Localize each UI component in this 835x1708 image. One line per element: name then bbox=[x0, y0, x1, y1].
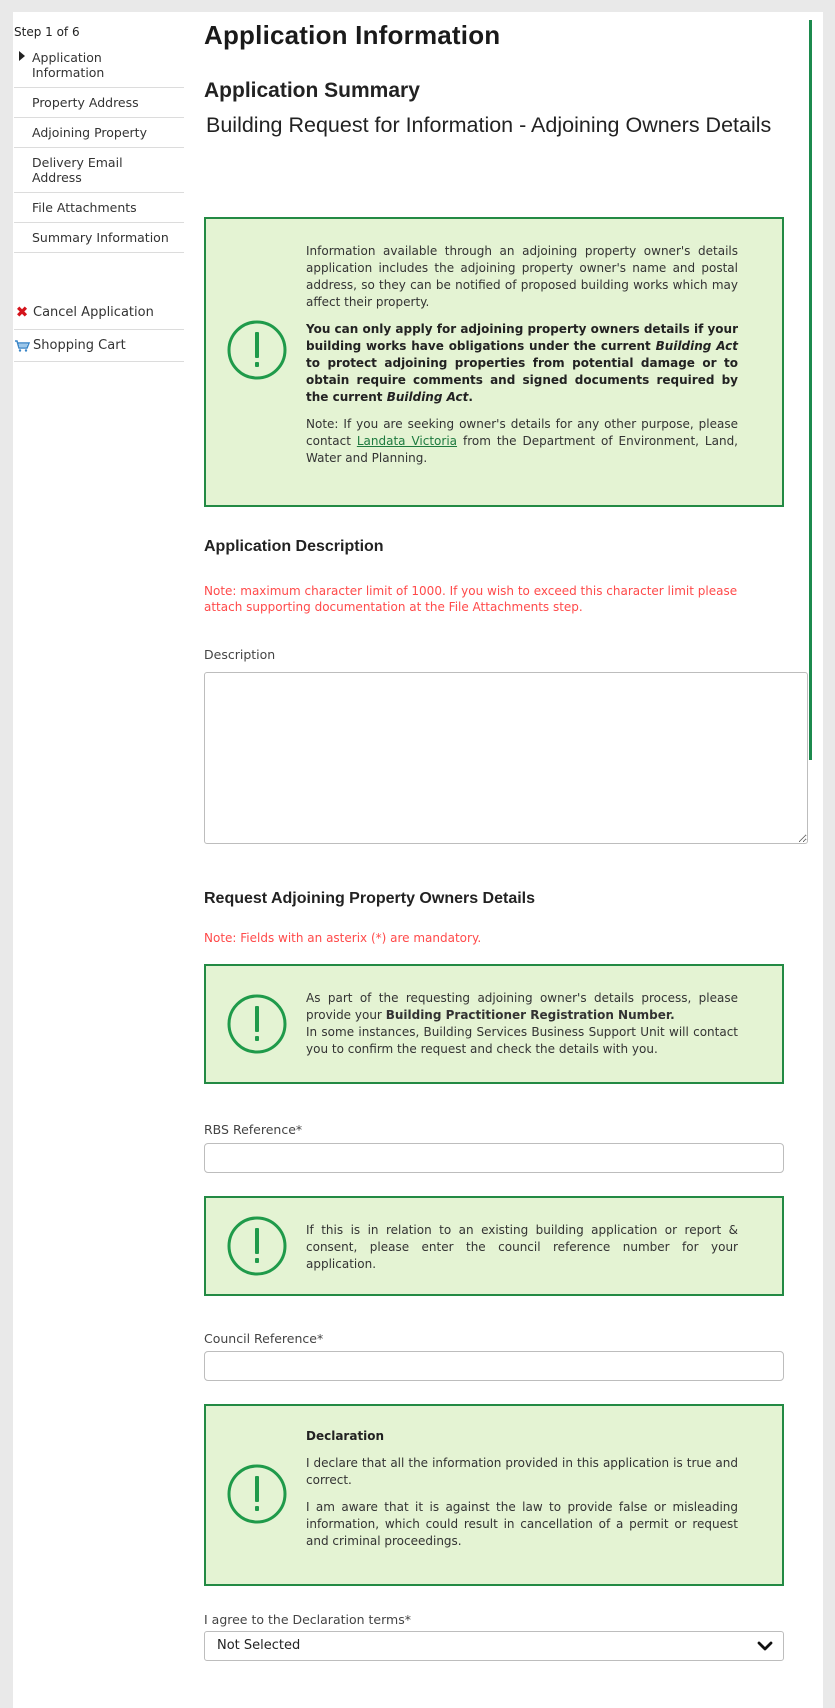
agree-declaration-select[interactable]: Not Selected bbox=[204, 1631, 784, 1661]
sidebar-item-adjoining-property[interactable]: Adjoining Property bbox=[14, 118, 184, 148]
sidebar-actions: ✖ Cancel Application Shopping Cart bbox=[14, 295, 184, 362]
exclamation-circle-icon bbox=[227, 1464, 287, 1524]
rbs-reference-label: RBS Reference* bbox=[204, 1122, 303, 1137]
mandatory-fields-note: Note: Fields with an asterix (*) are man… bbox=[204, 931, 482, 945]
building-act-ref: Building Act bbox=[386, 390, 469, 404]
info-text: If this is in relation to an existing bu… bbox=[306, 1223, 738, 1271]
select-value: Not Selected bbox=[217, 1638, 301, 1653]
sidebar-item-label: Delivery Email Address bbox=[32, 155, 123, 185]
sidebar-item-property-address[interactable]: Property Address bbox=[14, 88, 184, 118]
description-heading: Application Description bbox=[204, 538, 384, 555]
building-act-ref: Building Act bbox=[655, 339, 738, 353]
text-span: . bbox=[468, 390, 473, 404]
exclamation-circle-icon bbox=[227, 320, 287, 380]
info-box-council-reference: If this is in relation to an existing bu… bbox=[204, 1196, 784, 1296]
council-reference-input[interactable] bbox=[204, 1351, 784, 1381]
description-textarea[interactable] bbox=[204, 672, 808, 844]
chevron-down-icon bbox=[757, 1641, 773, 1651]
declaration-paragraph: I declare that all the information provi… bbox=[306, 1456, 738, 1487]
sidebar-item-application-information[interactable]: Application Information bbox=[14, 47, 184, 88]
application-type: Building Request for Information - Adjoi… bbox=[206, 113, 772, 137]
exclamation-circle-icon bbox=[227, 994, 287, 1054]
text-span: to protect adjoining properties from pot… bbox=[306, 356, 738, 404]
step-indicator: Step 1 of 6 bbox=[14, 25, 80, 39]
declaration-heading: Declaration bbox=[306, 1429, 385, 1443]
council-reference-label: Council Reference* bbox=[204, 1331, 324, 1346]
registration-number-text: Building Practitioner Registration Numbe… bbox=[385, 1008, 675, 1022]
sidebar: Step 1 of 6 Application Information Prop… bbox=[14, 25, 184, 362]
info-paragraph: Information available through an adjoini… bbox=[306, 244, 738, 309]
summary-heading: Application Summary bbox=[204, 79, 420, 102]
landata-victoria-link[interactable]: Landata Victoria bbox=[357, 434, 457, 448]
exclamation-circle-icon bbox=[227, 1216, 287, 1276]
sidebar-item-label: Property Address bbox=[32, 95, 139, 110]
cancel-application-link[interactable]: ✖ Cancel Application bbox=[14, 295, 184, 330]
info-box-registration-number: As part of the requesting adjoining owne… bbox=[204, 964, 784, 1084]
page-title: Application Information bbox=[204, 20, 501, 50]
info-paragraph-note: Note: If you are seeking owner's details… bbox=[306, 416, 738, 467]
shopping-cart-link[interactable]: Shopping Cart bbox=[14, 330, 184, 362]
sidebar-item-delivery-email-address[interactable]: Delivery Email Address bbox=[14, 148, 184, 193]
declaration-box: Declaration I declare that all the infor… bbox=[204, 1404, 784, 1586]
character-limit-note: Note: maximum character limit of 1000. I… bbox=[204, 584, 738, 614]
sidebar-item-label: Summary Information bbox=[32, 230, 169, 245]
info-box-adjoining-details: Information available through an adjoini… bbox=[204, 217, 784, 507]
agree-declaration-label: I agree to the Declaration terms* bbox=[204, 1612, 411, 1627]
caret-right-icon bbox=[19, 51, 25, 61]
sidebar-item-file-attachments[interactable]: File Attachments bbox=[14, 193, 184, 223]
description-label: Description bbox=[204, 647, 276, 662]
info-text: As part of the requesting adjoining owne… bbox=[306, 990, 738, 1058]
info-paragraph-bold: You can only apply for adjoining propert… bbox=[306, 321, 738, 406]
shopping-cart-icon bbox=[14, 339, 30, 352]
main-content: Application Information Application Summ… bbox=[204, 20, 814, 1661]
cancel-application-label: Cancel Application bbox=[33, 304, 154, 320]
rbs-reference-input[interactable] bbox=[204, 1143, 784, 1173]
close-icon: ✖ bbox=[15, 303, 29, 321]
declaration-text: Declaration I declare that all the infor… bbox=[306, 1428, 738, 1550]
text-span: In some instances, Building Services Bus… bbox=[306, 1025, 738, 1056]
declaration-paragraph: I am aware that it is against the law to… bbox=[306, 1500, 738, 1548]
request-heading: Request Adjoining Property Owners Detail… bbox=[204, 890, 536, 907]
sidebar-item-summary-information[interactable]: Summary Information bbox=[14, 223, 184, 253]
shopping-cart-label: Shopping Cart bbox=[33, 338, 126, 353]
info-text: Information available through an adjoini… bbox=[306, 243, 738, 467]
sidebar-item-label: Application Information bbox=[32, 50, 105, 80]
sidebar-item-label: Adjoining Property bbox=[32, 125, 147, 140]
sidebar-item-label: File Attachments bbox=[32, 200, 137, 215]
